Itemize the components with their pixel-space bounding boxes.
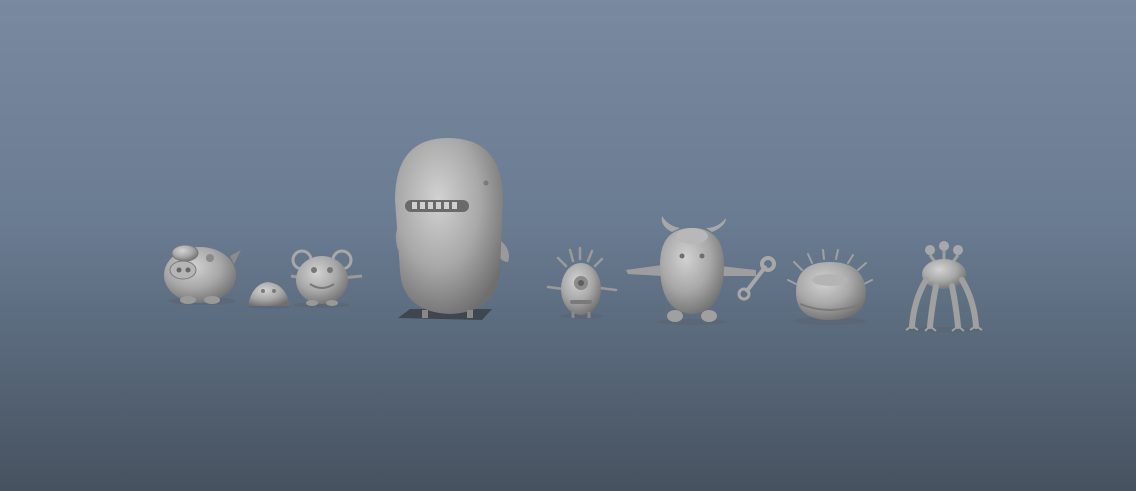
maya-3d-viewport[interactable] bbox=[0, 0, 1136, 491]
scene bbox=[164, 138, 983, 333]
big-whale-monster-model[interactable] bbox=[395, 138, 509, 320]
pig-monster-model[interactable] bbox=[164, 244, 241, 305]
crab-walker-model[interactable] bbox=[905, 241, 983, 333]
mouse-monster-model[interactable] bbox=[290, 249, 363, 308]
horned-wrench-monster-model[interactable] bbox=[626, 216, 776, 325]
spiky-puffer-model[interactable] bbox=[787, 249, 873, 325]
spiky-cyclops-model[interactable] bbox=[546, 246, 618, 319]
wrench-prop bbox=[737, 256, 776, 301]
small-blob-model[interactable] bbox=[247, 282, 291, 309]
